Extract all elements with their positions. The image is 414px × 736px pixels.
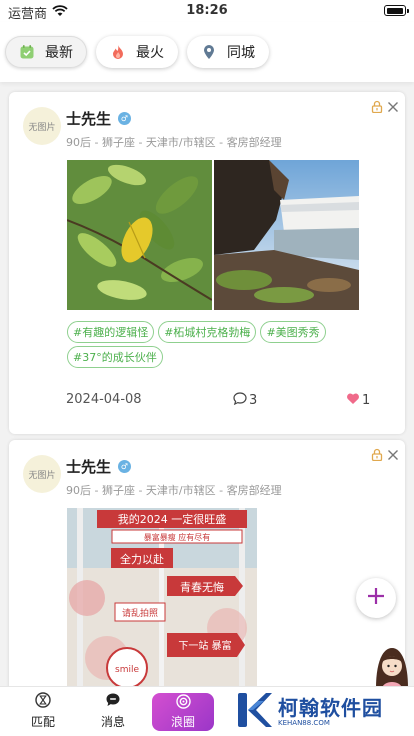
- post-date: 2024-04-08: [66, 392, 142, 407]
- hourglass-icon: [35, 692, 51, 711]
- post-corner-actions: [371, 446, 399, 465]
- watermark-logo: 柯翰软件园 KEHAN88.COM: [234, 688, 414, 736]
- author-name-row: 士先生 ♂: [66, 456, 132, 477]
- tab-hottest[interactable]: 最火: [96, 36, 178, 68]
- photo-sign-text: smile: [115, 665, 139, 675]
- status-bar: 运营商 18:26: [0, 0, 414, 22]
- circle-target-icon: [175, 694, 191, 712]
- battery-icon: [384, 5, 409, 16]
- photo-sign-text: 下一站 暴富: [178, 639, 231, 652]
- avatar[interactable]: 无图片: [23, 107, 61, 145]
- nav-match[interactable]: 匹配: [18, 692, 68, 730]
- author-name: 士先生: [66, 110, 112, 128]
- chat-bubble-icon: [105, 692, 121, 711]
- nav-match-label: 匹配: [30, 715, 55, 729]
- post-photo-leaves[interactable]: [67, 160, 212, 310]
- topic-tag[interactable]: #柘城村克格勃梅: [158, 321, 257, 343]
- watermark-text: 柯翰软件园 KEHAN88.COM: [278, 698, 383, 727]
- watermark-title: 柯翰软件园: [278, 695, 383, 720]
- status-time: 18:26: [186, 3, 228, 18]
- plus-icon: [367, 587, 385, 609]
- add-post-button[interactable]: [356, 578, 396, 618]
- nav-circle[interactable]: 浪圈: [152, 693, 214, 731]
- comment-count: 3: [249, 393, 258, 408]
- gender-male-icon: ♂: [118, 460, 132, 473]
- tab-same-city[interactable]: 同城: [187, 36, 269, 68]
- close-icon[interactable]: [387, 98, 399, 117]
- lock-icon[interactable]: [371, 446, 383, 465]
- like-count: 1: [362, 393, 371, 408]
- avatar[interactable]: 无图片: [23, 455, 61, 493]
- photo-sign-text: 全力以赴: [120, 552, 164, 566]
- photo-sign-text: 我的2024 一定很旺盛: [118, 512, 227, 526]
- tab-hottest-label: 最火: [136, 45, 164, 61]
- location-pin-icon: [201, 44, 217, 60]
- topic-tag[interactable]: #37°的成长伙伴: [67, 346, 163, 368]
- feed-tabs: 最新 最火 同城: [0, 22, 414, 82]
- author-meta: 90后 - 狮子座 - 天津市/市辖区 - 客房部经理: [66, 136, 282, 149]
- post-tags: #有趣的逻辑怪 #柘城村克格勃梅 #美图秀秀 #37°的成长伙伴: [67, 321, 387, 368]
- post-photo-waterfall[interactable]: [214, 160, 359, 310]
- comment-button[interactable]: 3: [233, 392, 257, 409]
- post-corner-actions: [371, 98, 399, 117]
- topic-tag[interactable]: #美图秀秀: [260, 321, 326, 343]
- author-name-row: 士先生 ♂: [66, 108, 132, 129]
- watermark-subtitle: KEHAN88.COM: [278, 718, 330, 727]
- post-card[interactable]: 无图片 士先生 ♂ 90后 - 狮子座 - 天津市/市辖区 - 客房部经理: [9, 92, 405, 434]
- author-meta: 90后 - 狮子座 - 天津市/市辖区 - 客房部经理: [66, 484, 282, 497]
- mascot-avatar[interactable]: [372, 644, 412, 688]
- author-name: 士先生: [66, 458, 112, 476]
- tab-latest[interactable]: 最新: [5, 36, 87, 68]
- nav-messages-label: 消息: [100, 715, 125, 729]
- calendar-check-icon: [19, 44, 35, 60]
- close-icon[interactable]: [387, 446, 399, 465]
- nav-messages[interactable]: 消息: [88, 692, 138, 730]
- gender-male-icon: ♂: [118, 112, 132, 125]
- like-button[interactable]: 1: [346, 392, 370, 409]
- nav-circle-label: 浪圈: [170, 715, 195, 729]
- tab-same-city-label: 同城: [227, 45, 255, 61]
- k-logo-icon: [234, 690, 274, 734]
- photo-sign-text: 暴富暴瘦 应有尽有: [144, 532, 211, 542]
- post-photos: [67, 160, 359, 310]
- lock-icon[interactable]: [371, 98, 383, 117]
- photo-sign-text: 青春无悔: [180, 580, 224, 594]
- tab-latest-label: 最新: [45, 45, 73, 61]
- topic-tag[interactable]: #有趣的逻辑怪: [67, 321, 155, 343]
- flame-icon: [110, 44, 126, 60]
- heart-icon: [346, 392, 360, 409]
- comment-icon: [233, 392, 247, 409]
- photo-sign-text: 请乱拍照: [122, 607, 158, 619]
